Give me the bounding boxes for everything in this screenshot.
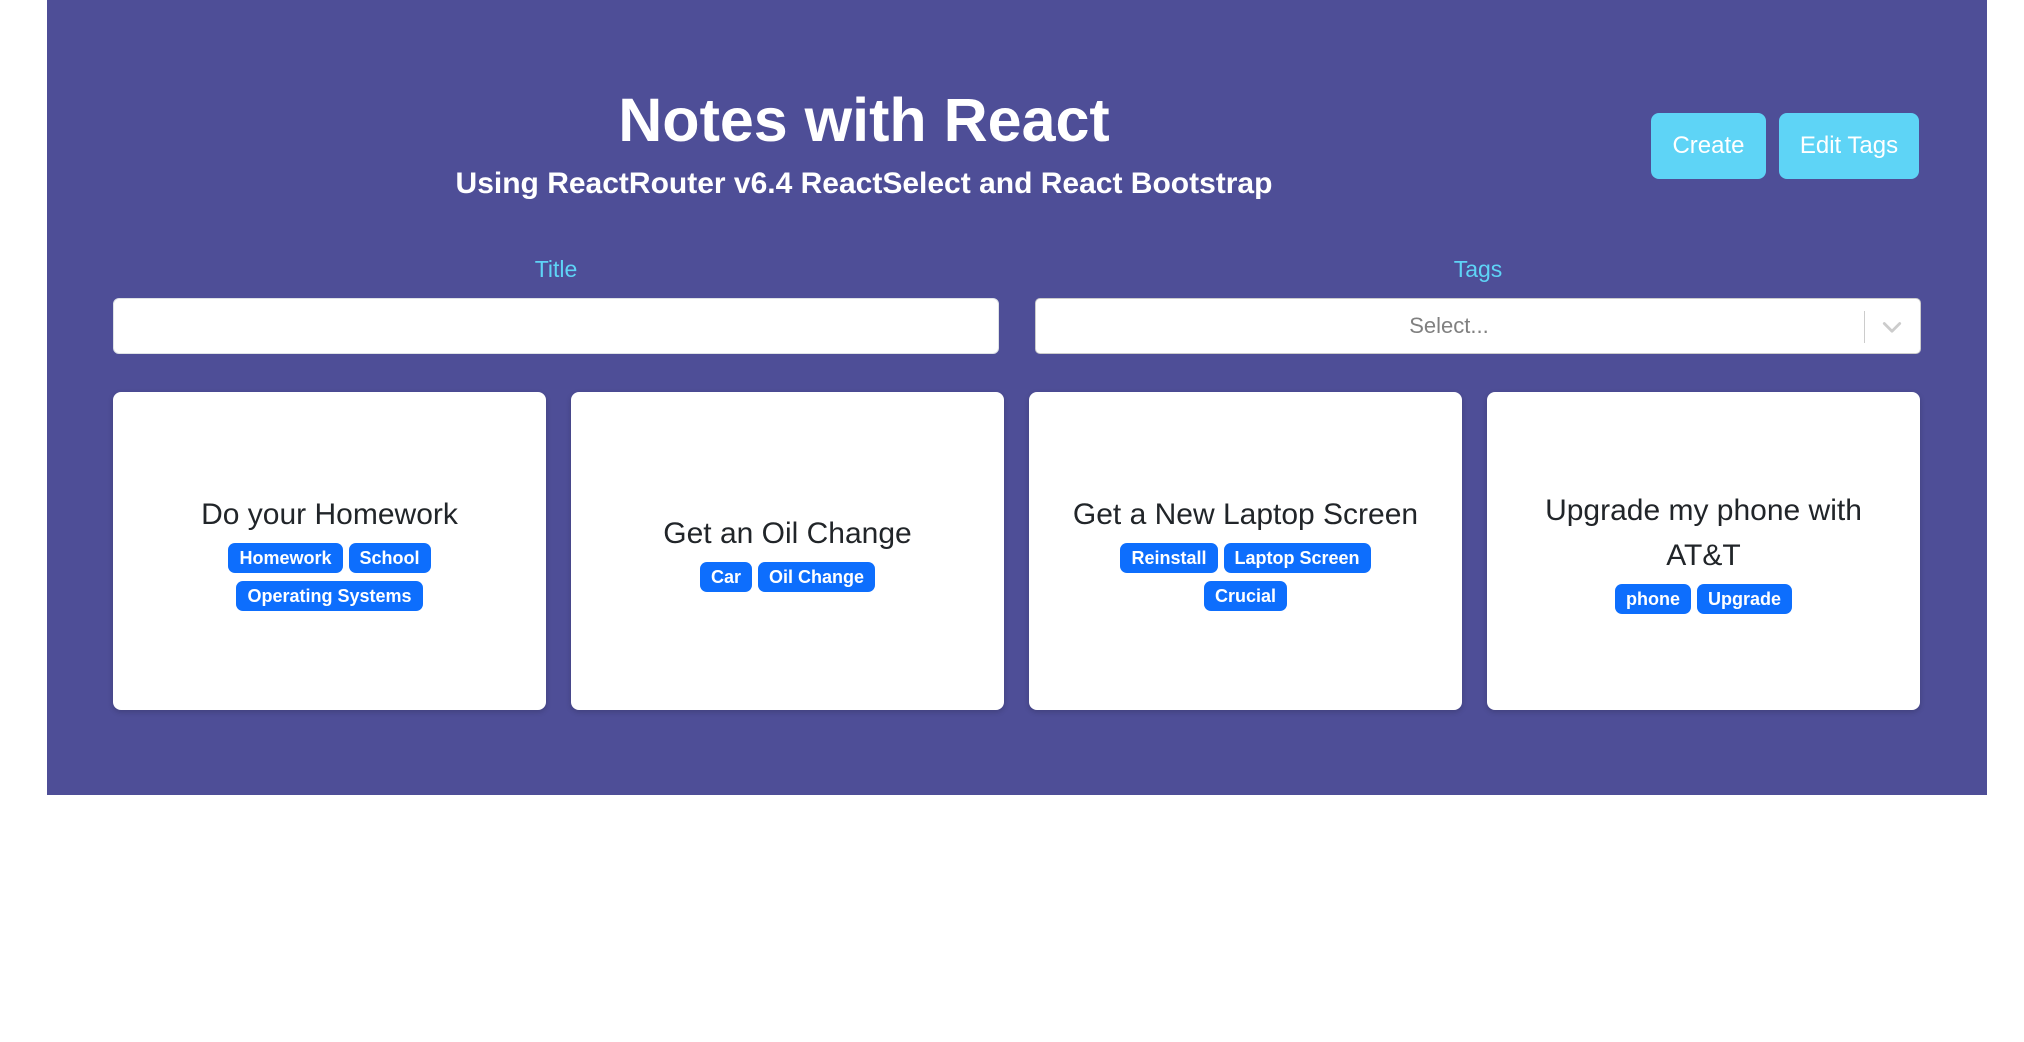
tag-badge: Crucial — [1203, 580, 1288, 611]
tag-badge: Reinstall — [1120, 542, 1218, 573]
create-button[interactable]: Create — [1651, 113, 1766, 179]
tags-select-placeholder: Select... — [1409, 313, 1489, 338]
note-card[interactable]: Get a New Laptop Screen Reinstall Laptop… — [1029, 392, 1462, 710]
filters-form: Title Tags Select... — [113, 252, 1921, 362]
chevron-down-icon[interactable] — [1878, 313, 1906, 341]
note-tags: phone Upgrade — [1614, 584, 1792, 614]
tag-badge: Upgrade — [1696, 584, 1792, 614]
title-input[interactable] — [113, 298, 999, 354]
note-title: Get an Oil Change — [663, 516, 912, 550]
page-subtitle: Using ReactRouter v6.4 ReactSelect and R… — [455, 167, 1273, 200]
note-title: Upgrade my phone with AT&T — [1545, 494, 1862, 572]
note-card[interactable]: Get an Oil Change Car Oil Change — [571, 392, 1004, 710]
note-title: Do your Homework — [201, 497, 458, 531]
tag-badge: Car — [699, 561, 752, 592]
title-label: Title — [534, 256, 578, 282]
tags-select[interactable]: Select... — [1035, 298, 1921, 354]
tag-badge: phone — [1614, 584, 1691, 614]
header: Notes with React Using ReactRouter v6.4 … — [47, 0, 1987, 230]
tag-badge: Oil Change — [758, 561, 876, 592]
notes-grid: Do your Homework Homework School Operati… — [113, 392, 1921, 710]
note-tags: Homework School Operating Systems — [195, 542, 465, 611]
tag-badge: Homework — [228, 542, 343, 573]
edit-tags-button[interactable]: Edit Tags — [1779, 113, 1919, 179]
title-filter-group: Title — [113, 252, 999, 354]
note-card[interactable]: Do your Homework Homework School Operati… — [113, 392, 546, 710]
tag-badge: Laptop Screen — [1223, 542, 1371, 573]
note-title: Get a New Laptop Screen — [1072, 497, 1419, 531]
note-card[interactable]: Upgrade my phone with AT&T phone Upgrade — [1487, 392, 1920, 710]
app-container: Notes with React Using ReactRouter v6.4 … — [47, 0, 1987, 795]
page-title: Notes with React — [618, 86, 1110, 154]
select-separator — [1864, 311, 1865, 343]
note-tags: Reinstall Laptop Screen Crucial — [1111, 542, 1381, 611]
tag-badge: Operating Systems — [236, 580, 423, 611]
tags-filter-group: Tags Select... — [1035, 252, 1921, 354]
tags-label: Tags — [1453, 256, 1503, 282]
tag-badge: School — [348, 542, 431, 573]
note-tags: Car Oil Change — [699, 561, 876, 592]
